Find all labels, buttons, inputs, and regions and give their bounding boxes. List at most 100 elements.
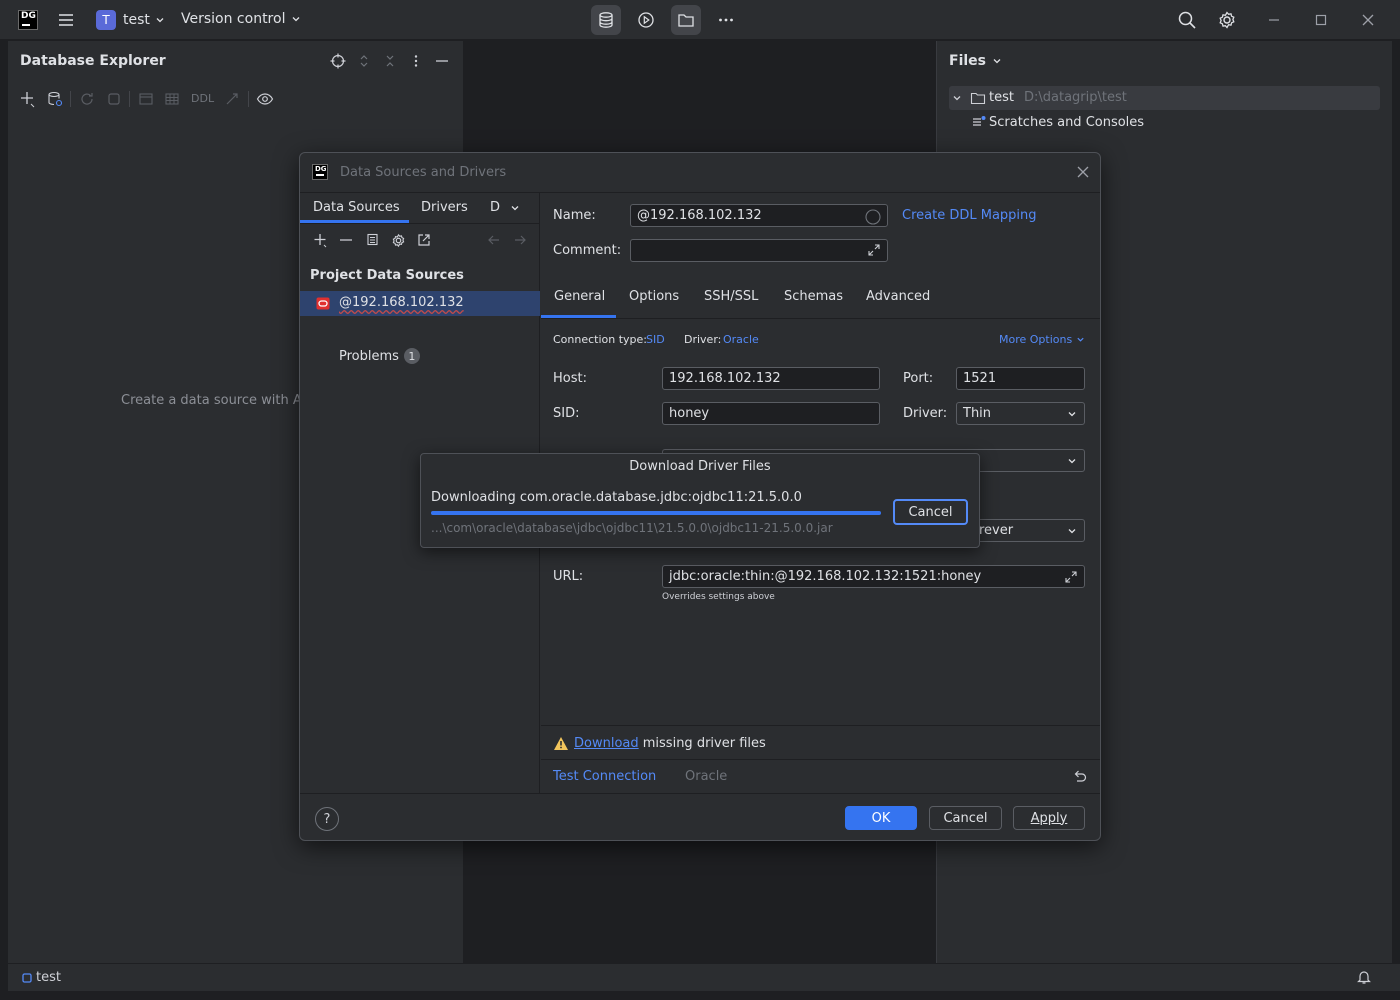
dialog-title-bar: DG Data Sources and Drivers: [300, 153, 1100, 193]
hamburger-menu-icon[interactable]: [56, 10, 76, 30]
close-icon[interactable]: [1353, 5, 1383, 35]
url-note: Overrides settings above: [662, 592, 775, 602]
progress-fill: [431, 511, 881, 515]
folder-icon: [970, 92, 986, 105]
settings-icon[interactable]: [387, 229, 409, 251]
status-bar: test: [8, 963, 1400, 991]
run-icon[interactable]: [631, 5, 661, 35]
divider: [541, 725, 1100, 726]
apply-button[interactable]: Apply: [1013, 806, 1085, 830]
options-icon[interactable]: [405, 50, 427, 72]
collapse-all-icon[interactable]: [379, 50, 401, 72]
tree-row[interactable]: Scratches and Consoles: [949, 111, 1380, 135]
host-field[interactable]: 192.168.102.132: [662, 367, 880, 390]
chevron-down-icon[interactable]: [510, 203, 520, 213]
open-external-icon[interactable]: [413, 229, 435, 251]
download-link[interactable]: Download: [574, 736, 639, 751]
cancel-download-button[interactable]: Cancel: [893, 499, 968, 525]
divider: [300, 223, 540, 224]
data-source-name: @192.168.102.132: [339, 295, 464, 310]
jump-icon[interactable]: [221, 88, 243, 110]
view-options-icon[interactable]: [254, 88, 276, 110]
expand-icon[interactable]: [867, 243, 881, 257]
create-ddl-mapping-link[interactable]: Create DDL Mapping: [902, 208, 1037, 223]
project-badge: T: [96, 10, 116, 30]
data-source-properties-icon[interactable]: [44, 88, 66, 110]
chevron-down-icon[interactable]: [1067, 409, 1077, 419]
hide-panel-icon[interactable]: [431, 50, 453, 72]
locate-icon[interactable]: [327, 50, 349, 72]
help-button[interactable]: ?: [315, 807, 339, 831]
port-field[interactable]: 1521: [956, 367, 1085, 390]
chevron-down-icon[interactable]: [952, 93, 962, 103]
save-mode-value: rever: [979, 523, 1014, 538]
connection-type-value[interactable]: SID: [646, 333, 665, 346]
chevron-down-icon: [293, 17, 300, 22]
expand-icon[interactable]: [1064, 570, 1078, 584]
scratches-icon: [973, 116, 986, 126]
search-icon[interactable]: [1172, 5, 1202, 35]
test-connection-link[interactable]: Test Connection: [553, 769, 656, 784]
minimize-icon[interactable]: [1259, 5, 1289, 35]
status-project[interactable]: test: [22, 970, 61, 985]
divider: [541, 759, 1100, 760]
folder-icon[interactable]: [671, 5, 701, 35]
comment-field[interactable]: [630, 239, 888, 262]
tab-advanced[interactable]: Advanced: [866, 289, 930, 304]
files-title[interactable]: Files: [949, 53, 1002, 69]
sid-field[interactable]: honey: [662, 402, 880, 425]
ddl-button[interactable]: DDL: [191, 92, 214, 105]
revert-icon[interactable]: [1072, 768, 1088, 784]
tab-drivers[interactable]: Drivers: [421, 200, 468, 215]
duplicate-icon[interactable]: [361, 229, 383, 251]
forward-arrow-icon[interactable]: [509, 229, 531, 251]
database-icon[interactable]: [591, 5, 621, 35]
notifications-icon[interactable]: [1356, 969, 1372, 985]
tree-item-path: D:\datagrip\test: [1024, 90, 1127, 105]
popup-title: Download Driver Files: [629, 459, 771, 474]
tab-general[interactable]: General: [554, 289, 605, 304]
driver-label: Driver:: [903, 406, 948, 421]
stop-icon[interactable]: [103, 88, 125, 110]
close-icon[interactable]: [1076, 165, 1090, 179]
sid-label: SID:: [553, 406, 580, 421]
tab-more[interactable]: D: [490, 200, 500, 215]
remove-icon[interactable]: [335, 229, 357, 251]
more-icon[interactable]: [711, 5, 741, 35]
dialog-logo: DG: [312, 164, 328, 180]
list-item-selected[interactable]: @192.168.102.132: [300, 291, 540, 316]
section-title: Project Data Sources: [310, 268, 464, 283]
driver-select[interactable]: Thin: [956, 402, 1085, 425]
project-selector[interactable]: T test: [96, 10, 165, 30]
cancel-button[interactable]: Cancel: [929, 806, 1002, 830]
tab-schemas[interactable]: Schemas: [784, 289, 843, 304]
version-control-menu[interactable]: Version control: [181, 11, 301, 27]
tab-data-sources[interactable]: Data Sources: [313, 200, 400, 215]
driver-meta-value[interactable]: Oracle: [723, 333, 759, 346]
url-field[interactable]: jdbc:oracle:thin:@192.168.102.132:1521:h…: [662, 565, 1085, 588]
table-icon[interactable]: [161, 88, 183, 110]
color-circle-icon[interactable]: [865, 209, 881, 225]
refresh-icon[interactable]: [76, 88, 98, 110]
app-logo[interactable]: DG: [18, 10, 38, 30]
ok-button[interactable]: OK: [845, 806, 917, 830]
settings-icon[interactable]: [1212, 5, 1242, 35]
problems-item[interactable]: Problems 1: [339, 348, 420, 364]
chevron-down-icon[interactable]: [1067, 526, 1077, 536]
url-label: URL:: [553, 569, 584, 584]
divider: [541, 318, 1100, 319]
expand-all-icon[interactable]: [353, 50, 375, 72]
chevron-down-icon[interactable]: [1067, 456, 1077, 466]
back-arrow-icon[interactable]: [483, 229, 505, 251]
tree-row-selected[interactable]: test D:\datagrip\test: [949, 86, 1380, 110]
tab-ssh-ssl[interactable]: SSH/SSL: [704, 289, 758, 304]
add-icon[interactable]: [309, 229, 331, 251]
tab-options[interactable]: Options: [629, 289, 679, 304]
console-icon[interactable]: [135, 88, 157, 110]
add-icon[interactable]: [17, 88, 39, 110]
maximize-icon[interactable]: [1306, 5, 1336, 35]
test-driver-label: Oracle: [685, 769, 728, 784]
dialog-title: Data Sources and Drivers: [340, 165, 507, 180]
more-options-link[interactable]: More Options: [999, 333, 1085, 346]
name-field[interactable]: @192.168.102.132: [630, 204, 888, 227]
